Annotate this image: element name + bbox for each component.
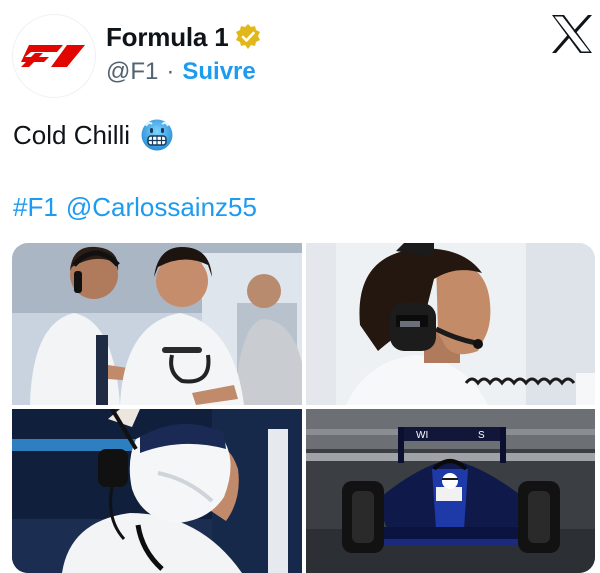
svg-text:WI: WI: [416, 430, 428, 441]
account-handle[interactable]: @F1: [106, 58, 158, 86]
svg-text:S: S: [478, 430, 485, 441]
account-name-row[interactable]: Formula 1: [106, 20, 262, 54]
photo-pit-conversation[interactable]: [12, 243, 302, 405]
photo-headset-profile[interactable]: [306, 243, 595, 405]
photo-helmet-on[interactable]: [12, 409, 302, 573]
x-logo-icon[interactable]: [550, 14, 594, 54]
display-name[interactable]: Formula 1: [106, 22, 229, 53]
verified-badge-icon: [234, 23, 262, 51]
cold-face-emoji-icon: [140, 118, 174, 152]
f1-logo: [21, 45, 85, 67]
tweet-body: Cold Chilli: [13, 119, 131, 150]
hashtag-link[interactable]: #F1: [13, 192, 58, 223]
follow-button[interactable]: Suivre: [182, 58, 255, 86]
tweet-text: Cold Chilli: [13, 118, 174, 152]
photo-car-on-track[interactable]: WI S: [306, 409, 595, 573]
separator-dot: ·: [166, 58, 175, 85]
avatar[interactable]: [12, 14, 96, 98]
mention-link[interactable]: @Carlossainz55: [66, 192, 257, 223]
tweet-links: #F1 @Carlossainz55: [13, 190, 265, 224]
media-grid: WI S: [12, 243, 595, 573]
handle-row: @F1 · Suivre: [106, 56, 256, 88]
